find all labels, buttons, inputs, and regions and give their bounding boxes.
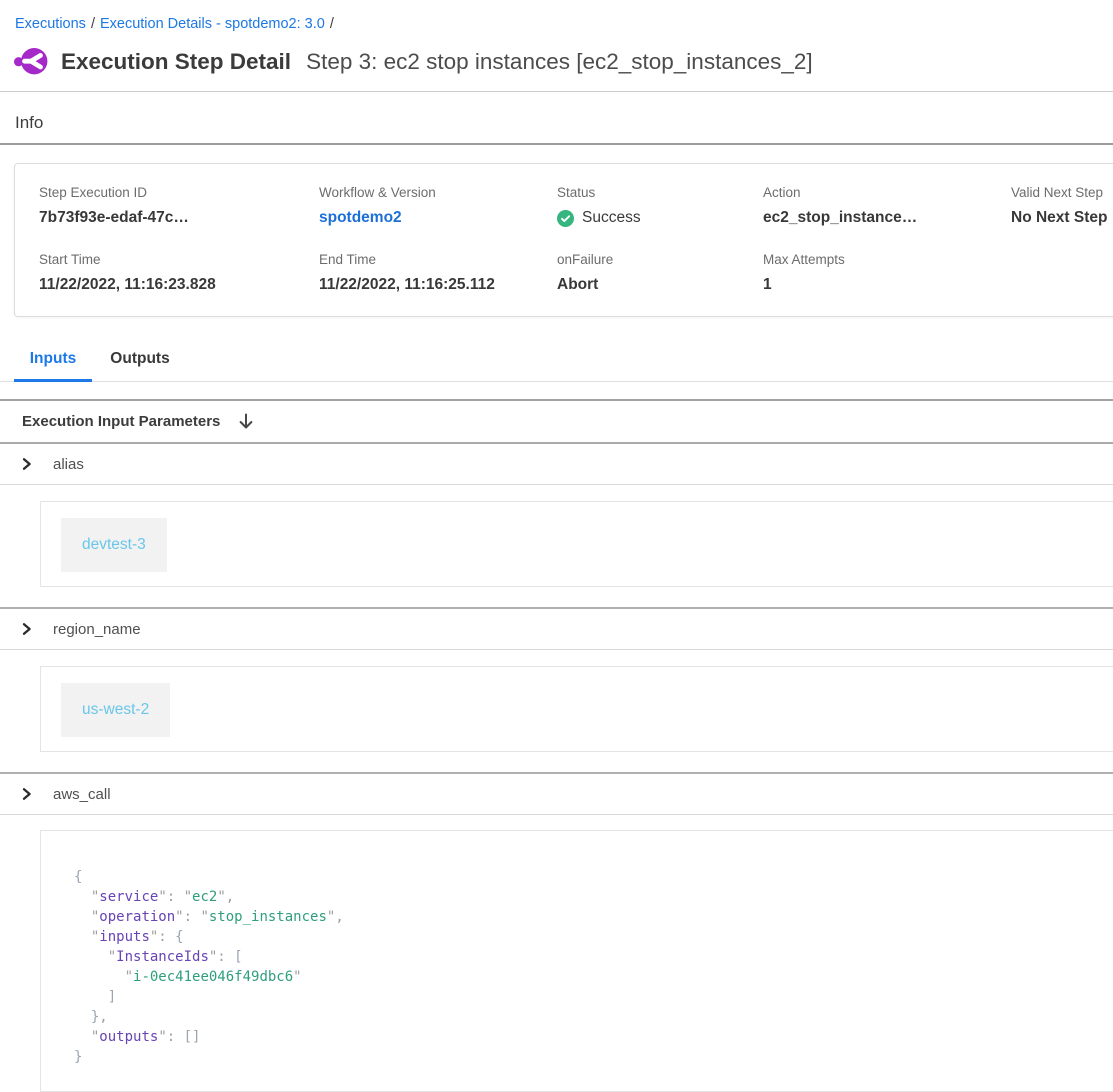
tab-outputs[interactable]: Outputs: [105, 344, 175, 382]
field-onfailure: onFailure Abort: [557, 252, 763, 294]
breadcrumb-link-executions[interactable]: Executions: [15, 16, 86, 32]
chevron-right-icon: [20, 457, 33, 471]
field-value: ec2_stop_instance…: [763, 209, 1011, 227]
status-text: Success: [582, 209, 641, 227]
param-row-alias[interactable]: alias: [0, 444, 1113, 485]
title-divider: [0, 91, 1113, 92]
page-subtitle: Step 3: ec2 stop instances [ec2_stop_ins…: [306, 49, 813, 75]
field-label: End Time: [319, 252, 557, 267]
field-value: 7b73f93e-edaf-47c…: [39, 209, 319, 227]
info-divider: [0, 143, 1113, 145]
workflow-link[interactable]: spotdemo2: [319, 209, 557, 227]
params-header-label: Execution Input Parameters: [22, 413, 220, 430]
param-group-alias: alias devtest-3: [0, 444, 1113, 587]
field-label: Valid Next Step: [1011, 185, 1113, 200]
field-valid-next-step: Valid Next Step No Next Step: [1011, 185, 1113, 227]
field-step-execution-id: Step Execution ID 7b73f93e-edaf-47c…: [39, 185, 319, 227]
field-label: Status: [557, 185, 763, 200]
field-workflow-version: Workflow & Version spotdemo2: [319, 185, 557, 227]
breadcrumb: Executions/Execution Details - spotdemo2…: [0, 0, 1113, 32]
field-label: Max Attempts: [763, 252, 1011, 267]
page-title-row: Execution Step Detail Step 3: ec2 stop i…: [14, 47, 1113, 76]
json-code: { "service": "ec2", "operation": "stop_i…: [74, 867, 1113, 1067]
field-start-time: Start Time 11/22/2022, 11:16:23.828: [39, 252, 319, 294]
param-name: aws_call: [53, 786, 111, 803]
field-label: Action: [763, 185, 1011, 200]
breadcrumb-link-execution-details[interactable]: Execution Details - spotdemo2: 3.0: [100, 16, 325, 32]
field-end-time: End Time 11/22/2022, 11:16:25.112: [319, 252, 557, 294]
param-group-region-name: region_name us-west-2: [0, 607, 1113, 752]
execution-input-parameters-header: Execution Input Parameters: [0, 401, 1113, 444]
field-value: Abort: [557, 276, 763, 294]
param-value-panel: us-west-2: [40, 666, 1113, 752]
field-value: No Next Step: [1011, 209, 1113, 227]
workflow-brand-icon: [14, 47, 48, 76]
field-value: 11/22/2022, 11:16:23.828: [39, 276, 319, 294]
chevron-right-icon: [20, 787, 33, 801]
tab-inputs[interactable]: Inputs: [14, 344, 92, 382]
chevron-right-icon: [20, 622, 33, 636]
down-arrow-icon[interactable]: [237, 412, 255, 431]
field-max-attempts: Max Attempts 1: [763, 252, 1011, 294]
param-row-aws-call[interactable]: aws_call: [0, 774, 1113, 815]
param-name: alias: [53, 456, 84, 473]
page-title: Execution Step Detail: [61, 49, 291, 75]
param-code-panel: { "service": "ec2", "operation": "stop_i…: [40, 830, 1113, 1092]
param-name: region_name: [53, 621, 141, 638]
field-status: Status Success: [557, 185, 763, 227]
param-value-chip: devtest-3: [61, 518, 167, 572]
param-value-chip: us-west-2: [61, 683, 170, 737]
field-label: Workflow & Version: [319, 185, 557, 200]
breadcrumb-separator: /: [86, 16, 100, 32]
field-label: Step Execution ID: [39, 185, 319, 200]
param-row-region-name[interactable]: region_name: [0, 609, 1113, 650]
info-section-heading: Info: [15, 113, 1113, 133]
param-value-panel: devtest-3: [40, 501, 1113, 587]
field-value: 11/22/2022, 11:16:25.112: [319, 276, 557, 294]
field-value: 1: [763, 276, 1011, 294]
success-check-icon: [557, 210, 574, 227]
breadcrumb-separator: /: [325, 16, 339, 32]
step-info-card: Step Execution ID 7b73f93e-edaf-47c… Wor…: [14, 163, 1113, 317]
status-badge: Success: [557, 209, 763, 227]
param-group-aws-call: aws_call { "service": "ec2", "operation"…: [0, 772, 1113, 1092]
field-label: onFailure: [557, 252, 763, 267]
tab-bar: Inputs Outputs: [0, 344, 1113, 382]
field-label: Start Time: [39, 252, 319, 267]
field-action: Action ec2_stop_instance…: [763, 185, 1011, 227]
